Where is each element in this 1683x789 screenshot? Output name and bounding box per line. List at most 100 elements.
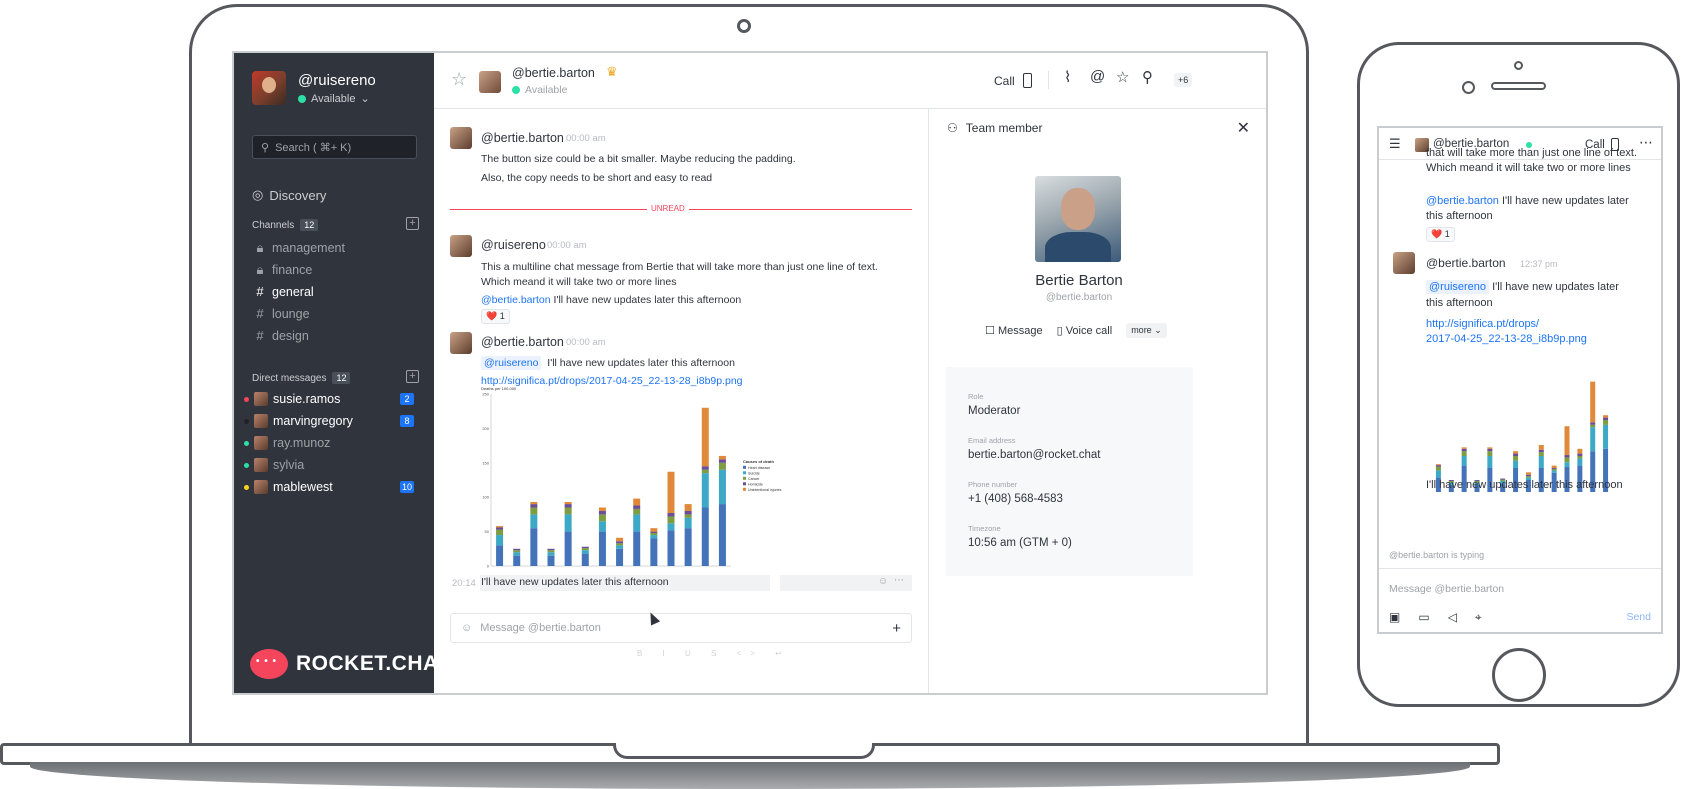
- avatar[interactable]: [450, 127, 472, 149]
- avatar[interactable]: [450, 235, 472, 257]
- call-button[interactable]: Call: [994, 73, 1032, 88]
- unread-badge: 10: [399, 481, 414, 493]
- attachment-icon[interactable]: ⌇: [1064, 68, 1071, 86]
- legend-label: Cancer: [748, 477, 760, 481]
- avatar: [254, 392, 268, 406]
- chart-attachment[interactable]: Deaths per 100,000 0 50 100 150 200 250 Cause…: [481, 386, 811, 572]
- message-link[interactable]: 2017-04-25_22-13-28_i8b9p.png: [1426, 332, 1587, 347]
- room-title[interactable]: @bertie.barton: [512, 66, 595, 80]
- message-username[interactable]: @ruisereno: [481, 238, 546, 252]
- user-mention[interactable]: @bertie.barton: [1426, 195, 1499, 207]
- globe-icon: ◎: [252, 187, 264, 202]
- dm-label: Direct messages: [252, 372, 327, 384]
- channels-count: 12: [300, 219, 319, 231]
- message-button-label: Message: [997, 325, 1043, 337]
- phone-value[interactable]: +1 (408) 568-4583: [968, 493, 1063, 505]
- email-value[interactable]: bertie.barton@rocket.chat: [968, 449, 1101, 461]
- add-channel-button[interactable]: +: [406, 217, 419, 230]
- bar-segment: [1564, 457, 1570, 463]
- mobile-composer: Message @bertie.barton ▣ ▭ ◁ ⌖ Send: [1379, 568, 1661, 632]
- status-dot: [244, 440, 249, 446]
- search-icon[interactable]: ⚲: [1142, 68, 1153, 86]
- more-actions-button[interactable]: +6: [1174, 73, 1193, 87]
- unread-badge: 2: [400, 393, 414, 405]
- message-username[interactable]: @bertie.barton: [481, 335, 564, 349]
- message-button[interactable]: ☐ Message: [985, 324, 1043, 337]
- bar-segment: [1577, 458, 1583, 466]
- dm-name: mablewest: [273, 480, 333, 494]
- mention-icon[interactable]: @: [1090, 68, 1105, 85]
- message-text: @ruisereno I'll have new updates later: [1426, 280, 1619, 295]
- avatar: [254, 480, 268, 494]
- room-status: Available: [512, 84, 567, 96]
- chart-attachment-mobile[interactable]: [1426, 364, 1656, 494]
- format-toolbar[interactable]: B I U S <> ↩: [637, 649, 791, 658]
- bar-segment: [718, 469, 726, 505]
- star-icon[interactable]: ☆: [1116, 68, 1129, 86]
- bar-segment: [1513, 460, 1519, 468]
- hovered-message-row[interactable]: 20:14 I'll have new updates later this a…: [450, 575, 912, 591]
- status-dot: [244, 396, 249, 402]
- more-icon[interactable]: ⋯: [1639, 134, 1653, 151]
- logo-text: ROCKET.CHAT: [296, 652, 451, 675]
- user-status[interactable]: Available ⌄: [298, 92, 370, 105]
- avatar[interactable]: [1393, 252, 1415, 274]
- dm-mablewest[interactable]: mablewest 10: [244, 480, 424, 494]
- reaction-heart[interactable]: ❤️ 1: [481, 309, 510, 324]
- channel-design[interactable]: # design: [254, 328, 308, 343]
- more-button[interactable]: more ⌄: [1126, 323, 1167, 338]
- location-icon[interactable]: ⌖: [1475, 610, 1482, 625]
- plus-icon[interactable]: +: [892, 620, 901, 637]
- voice-call-button[interactable]: ▯ Voice call: [1057, 324, 1113, 337]
- bar-segment: [1487, 451, 1493, 456]
- favorite-star-icon[interactable]: ☆: [451, 69, 467, 90]
- add-reaction-icon[interactable]: ☺: [878, 576, 888, 587]
- dm-ray-munoz[interactable]: ray.munoz: [244, 436, 424, 450]
- current-username[interactable]: @ruisereno: [298, 72, 376, 89]
- message-text: I'll have new updates later this afterno…: [1426, 479, 1623, 491]
- audio-icon[interactable]: ◁: [1448, 610, 1457, 625]
- reaction-heart[interactable]: ❤️ 1: [1426, 227, 1455, 242]
- bar-segment: [1435, 466, 1441, 471]
- bar-segment: [616, 545, 624, 549]
- dm-name: sylvia: [273, 458, 305, 472]
- search-input[interactable]: ⚲ Search ( ⌘+ K): [252, 135, 417, 159]
- image-icon[interactable]: ▣: [1389, 610, 1400, 625]
- channel-general[interactable]: # general: [254, 284, 313, 299]
- channel-finance[interactable]: 🔒︎ finance: [254, 262, 313, 278]
- bar-segment: [1603, 417, 1609, 420]
- message-username[interactable]: @bertie.barton: [1426, 256, 1506, 270]
- send-button[interactable]: Send: [1626, 611, 1651, 623]
- bar-segment: [684, 517, 692, 529]
- dm-marvingregory[interactable]: marvingregory 8: [244, 414, 424, 428]
- message-link[interactable]: http://significa.pt/drops/: [1426, 317, 1539, 332]
- user-mention[interactable]: @bertie.barton: [481, 294, 551, 306]
- channel-management[interactable]: 🔒︎ management: [254, 240, 345, 256]
- menu-icon[interactable]: ☰: [1389, 136, 1401, 152]
- avatar[interactable]: [479, 71, 501, 93]
- user-mention[interactable]: @ruisereno: [1426, 280, 1490, 294]
- message-text-tail: I'll have new updates later this afterno…: [550, 294, 742, 306]
- message-username[interactable]: @bertie.barton: [481, 131, 564, 145]
- close-icon[interactable]: ✕: [1237, 118, 1250, 138]
- dm-sylvia[interactable]: sylvia: [244, 458, 424, 472]
- discovery-link[interactable]: ◎ Discovery: [252, 187, 326, 203]
- channel-lounge[interactable]: # lounge: [254, 306, 309, 321]
- message-composer[interactable]: ☺ Message @bertie.barton +: [450, 613, 912, 643]
- typing-indicator: @bertie.barton is typing: [1389, 550, 1485, 560]
- bar-segment: [650, 528, 658, 532]
- dm-susie-ramos[interactable]: susie.ramos 2: [244, 392, 424, 406]
- chart-bars: [1435, 381, 1609, 492]
- user-avatar[interactable]: [252, 71, 286, 105]
- message-menu-icon[interactable]: ⋯: [894, 575, 904, 586]
- status-dot: [244, 462, 249, 468]
- bar-segment: [598, 514, 606, 522]
- avatar[interactable]: [450, 332, 472, 354]
- mobile-message-input[interactable]: Message @bertie.barton: [1389, 583, 1504, 595]
- user-mention[interactable]: @ruisereno: [481, 356, 542, 370]
- bar-segment: [650, 535, 658, 539]
- message-text: Which meand it will take two or more lin…: [481, 276, 677, 288]
- video-icon[interactable]: ▭: [1418, 610, 1429, 625]
- emoji-icon[interactable]: ☺: [461, 622, 472, 634]
- add-dm-button[interactable]: +: [406, 370, 419, 383]
